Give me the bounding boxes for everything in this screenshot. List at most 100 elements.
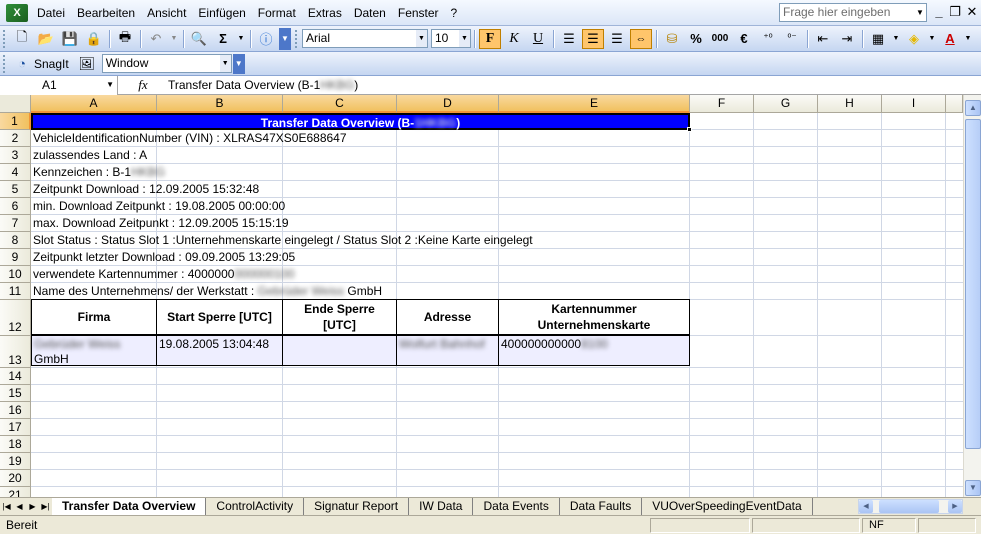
row-header[interactable]: 12	[0, 300, 31, 336]
column-header-d[interactable]: D	[397, 95, 499, 113]
sheet-tab-iw-data[interactable]: IW Data	[409, 498, 474, 515]
sheet-tab-transfer-data-overview[interactable]: Transfer Data Overview	[52, 498, 207, 515]
scrollbar-thumb[interactable]	[965, 119, 981, 449]
underline-button[interactable]: U	[527, 29, 549, 49]
font-size-select[interactable]: 10 ▼	[431, 29, 471, 48]
align-center-icon[interactable]: ☰	[582, 28, 604, 49]
ask-question-input[interactable]: Frage hier eingeben ▼	[779, 3, 927, 22]
row-header[interactable]: 20	[0, 470, 31, 487]
menu-help[interactable]: ?	[448, 3, 467, 23]
menu-datei[interactable]: Datei	[34, 3, 74, 23]
menu-fenster[interactable]: Fenster	[395, 3, 448, 23]
row-header[interactable]: 1	[0, 113, 31, 130]
column-header-partial[interactable]	[946, 95, 963, 113]
help-icon[interactable]: ⓘ	[255, 29, 277, 49]
cell-a10[interactable]: verwendete Kartennummer : 40000000000001…	[33, 266, 295, 283]
row-header[interactable]: 11	[0, 283, 31, 300]
row-header[interactable]: 7	[0, 215, 31, 232]
horizontal-scrollbar[interactable]: ◀ ▶	[858, 499, 963, 514]
scroll-down-icon[interactable]: ▼	[965, 480, 981, 496]
autosum-icon[interactable]: Σ	[212, 29, 234, 49]
decrease-decimal-icon[interactable]: ⁰⁻	[781, 29, 803, 49]
restore-icon[interactable]: ❐	[947, 4, 963, 20]
chevron-down-icon[interactable]: ▼	[914, 4, 926, 21]
toolbar-grip[interactable]	[3, 54, 7, 73]
cell-a8[interactable]: Slot Status : Status Slot 1 :Unternehmen…	[33, 232, 533, 249]
table-cell-ende-sperre[interactable]	[282, 334, 397, 366]
table-header-firma[interactable]: Firma	[31, 299, 157, 335]
print-icon[interactable]: 🖶	[114, 29, 136, 49]
chevron-down-icon[interactable]: ▼	[416, 30, 427, 47]
fill-handle[interactable]	[687, 127, 692, 132]
chevron-down-icon[interactable]: ▼	[459, 30, 470, 47]
row-header[interactable]: 5	[0, 181, 31, 198]
snagit-icon[interactable]: ◔	[11, 54, 33, 74]
new-file-icon[interactable]: 🗋	[11, 29, 33, 49]
row-header[interactable]: 21	[0, 487, 31, 497]
row-header[interactable]: 6	[0, 198, 31, 215]
last-sheet-icon[interactable]: ▶|	[39, 502, 52, 511]
minimize-icon[interactable]: _	[931, 4, 947, 19]
cell-a2[interactable]: VehicleIdentificationNumber (VIN) : XLRA…	[33, 130, 347, 147]
title-cell-a1[interactable]: Transfer Data Overview (B-1HKBG)	[31, 113, 690, 130]
borders-icon[interactable]: ▦	[867, 29, 889, 49]
chevron-down-icon[interactable]: ▼	[219, 55, 231, 72]
table-header-ende-sperre[interactable]: Ende Sperre [UTC]	[282, 299, 397, 335]
menu-einfuegen[interactable]: Einfügen	[195, 3, 254, 23]
row-header[interactable]: 4	[0, 164, 31, 181]
chevron-down-icon[interactable]: ▼	[106, 76, 114, 94]
save-icon[interactable]: 💾	[59, 29, 81, 49]
row-header[interactable]: 15	[0, 385, 31, 402]
vertical-scrollbar[interactable]: ▲ ▼	[963, 95, 981, 497]
row-header[interactable]: 3	[0, 147, 31, 164]
autosum-dropdown-icon[interactable]: ▼	[236, 29, 246, 49]
align-left-icon[interactable]: ☰	[558, 29, 580, 49]
font-name-select[interactable]: Arial ▼	[302, 29, 428, 48]
menu-extras[interactable]: Extras	[305, 3, 351, 23]
sheet-tab-controlactivity[interactable]: ControlActivity	[206, 498, 305, 515]
permission-icon[interactable]: 🔒	[83, 29, 105, 49]
horizontal-scrollbar-thumb[interactable]	[879, 500, 939, 513]
borders-dropdown-icon[interactable]: ▼	[891, 29, 901, 49]
cell-a11[interactable]: Name des Unternehmens/ der Werkstatt : G…	[33, 283, 382, 300]
snagit-label[interactable]: SnagIt	[34, 57, 69, 71]
font-color-dropdown-icon[interactable]: ▼	[963, 29, 973, 49]
table-header-start-sperre[interactable]: Start Sperre [UTC]	[156, 299, 283, 335]
column-header-h[interactable]: H	[818, 95, 882, 113]
toolbar-grip[interactable]	[3, 29, 7, 48]
next-sheet-icon[interactable]: ▶	[26, 502, 39, 511]
cell-a3[interactable]: zulassendes Land : A	[33, 147, 147, 164]
select-all-corner[interactable]	[0, 95, 31, 113]
column-header-a[interactable]: A	[31, 95, 157, 113]
table-cell-start-sperre[interactable]: 19.08.2005 13:04:48	[156, 334, 283, 366]
close-icon[interactable]: ✕	[964, 4, 980, 20]
increase-indent-icon[interactable]: ⇥	[836, 29, 858, 49]
excel-app-icon[interactable]: X	[6, 3, 28, 22]
sheet-tab-data-faults[interactable]: Data Faults	[560, 498, 643, 515]
bold-button[interactable]: F	[479, 28, 501, 49]
research-icon[interactable]: 🔍	[188, 29, 210, 49]
table-header-kartennummer[interactable]: Kartennummer Unternehmenskarte	[498, 299, 690, 335]
scroll-up-icon[interactable]: ▲	[965, 100, 981, 116]
increase-decimal-icon[interactable]: ⁺⁰	[757, 29, 779, 49]
insert-function-icon[interactable]: fx	[118, 77, 168, 93]
table-cell-kartennummer[interactable]: 4000000000008100	[498, 334, 690, 366]
table-cell-firma[interactable]: Gebrüder Weiss GmbH	[31, 334, 157, 366]
open-folder-icon[interactable]: 📂	[35, 29, 57, 49]
row-header[interactable]: 16	[0, 402, 31, 419]
font-color-icon[interactable]: A	[939, 29, 961, 49]
cell-a4[interactable]: Kennzeichen : B-1HKBG	[33, 164, 165, 181]
currency-icon[interactable]: ⛁	[661, 29, 683, 49]
column-header-e[interactable]: E	[499, 95, 690, 113]
cell-a9[interactable]: Zeitpunkt letzter Download : 09.09.2005 …	[33, 249, 295, 266]
scroll-right-icon[interactable]: ▶	[948, 500, 962, 513]
menu-daten[interactable]: Daten	[351, 3, 395, 23]
menu-ansicht[interactable]: Ansicht	[144, 3, 195, 23]
toolbar-options-icon[interactable]: ▼	[279, 27, 291, 50]
cell-a5[interactable]: Zeitpunkt Download : 12.09.2005 15:32:48	[33, 181, 259, 198]
merge-center-icon[interactable]: ⇔	[630, 28, 652, 49]
cell-a6[interactable]: min. Download Zeitpunkt : 19.08.2005 00:…	[33, 198, 285, 215]
column-header-i[interactable]: I	[882, 95, 946, 113]
table-header-adresse[interactable]: Adresse	[396, 299, 499, 335]
column-header-b[interactable]: B	[157, 95, 283, 113]
